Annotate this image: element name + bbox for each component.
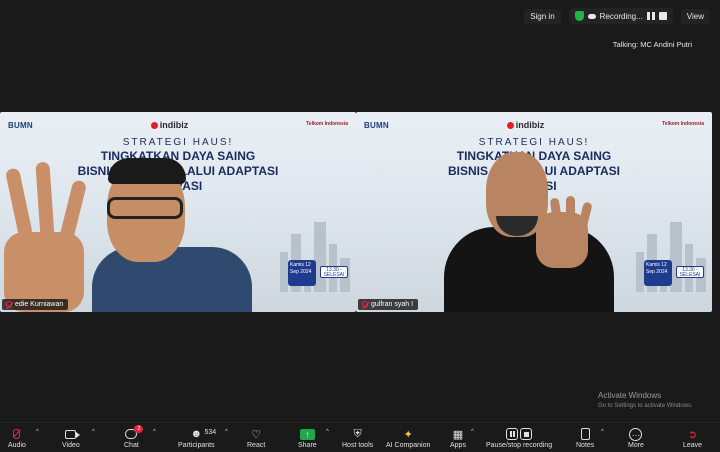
- host-tools-button[interactable]: ⛨ Host tools: [342, 427, 373, 450]
- participants-count: 534: [204, 429, 217, 436]
- share-screen-icon: ↑: [299, 428, 315, 440]
- watermark-subtitle: Go to Settings to activate Windows.: [598, 403, 693, 409]
- participant-name-label: gulfran syah I: [358, 299, 419, 310]
- chat-options-chevron-icon[interactable]: ^: [153, 429, 156, 435]
- more-icon: …: [629, 427, 643, 441]
- pause-stop-recording-button[interactable]: Pause/stop recording: [486, 427, 552, 449]
- heart-icon: ♡: [251, 428, 262, 441]
- notes-icon: [580, 428, 590, 440]
- mic-muted-icon: [6, 301, 12, 308]
- video-options-chevron-icon[interactable]: ^: [92, 429, 95, 435]
- view-label: View: [686, 11, 704, 21]
- participant-video-gulfran: [356, 112, 712, 312]
- shield-icon: [574, 11, 584, 21]
- video-button[interactable]: Video: [62, 427, 81, 449]
- sign-in-label: Sign in: [530, 11, 555, 21]
- apps-options-chevron-icon[interactable]: ^: [471, 429, 474, 435]
- stop-icon: [520, 428, 533, 440]
- top-bar: Sign in Recording... View: [524, 8, 710, 24]
- recording-label: Recording...: [599, 11, 643, 21]
- shield-icon: ⛨: [353, 427, 362, 440]
- pause-icon[interactable]: [646, 12, 655, 20]
- sparkle-icon: ✦: [403, 428, 413, 441]
- sign-in-button[interactable]: Sign in: [524, 8, 561, 24]
- share-options-chevron-icon[interactable]: ^: [326, 429, 329, 435]
- participants-options-chevron-icon[interactable]: ^: [225, 429, 228, 435]
- leave-button[interactable]: ➲ Leave: [683, 427, 702, 450]
- ai-companion-button[interactable]: ✦ AI Companion: [386, 427, 430, 450]
- video-tile-edie[interactable]: BUMN indibiz Telkom Indonesia STRATEGI H…: [0, 112, 356, 312]
- video-tile-gulfran[interactable]: BUMN indibiz Telkom Indonesia STRATEGI H…: [356, 112, 712, 312]
- camera-icon: [65, 429, 81, 439]
- meeting-toolbar: Audio ^ Video ^ 2 Chat ^ ☻ 534 Participan…: [0, 422, 720, 452]
- mic-muted-icon: [362, 301, 368, 308]
- notes-button[interactable]: Notes: [576, 427, 594, 449]
- participant-name-label: edie Kurniawan: [2, 299, 69, 310]
- more-button[interactable]: … More: [628, 427, 644, 449]
- notes-options-chevron-icon[interactable]: ^: [601, 429, 604, 435]
- talking-indicator: Talking: MC Andini Putri: [612, 40, 692, 49]
- recording-indicator[interactable]: Recording...: [568, 8, 673, 24]
- apps-grid-icon: ▦: [452, 428, 464, 441]
- participant-video-edie: [0, 112, 356, 312]
- apps-button[interactable]: ▦ Apps: [450, 427, 466, 450]
- mic-muted-icon: [13, 429, 21, 439]
- leave-icon: ➲: [687, 428, 698, 441]
- participants-button[interactable]: ☻ 534 Participants: [178, 427, 217, 449]
- audio-button[interactable]: Audio: [8, 427, 26, 449]
- pause-icon: [506, 428, 519, 440]
- react-button[interactable]: ♡ React: [247, 427, 265, 450]
- share-button[interactable]: ↑ Share: [298, 427, 317, 449]
- activate-windows-watermark: Activate Windows Go to Settings to activ…: [598, 390, 693, 412]
- cloud-icon: [587, 13, 596, 19]
- chat-button[interactable]: 2 Chat: [124, 425, 144, 449]
- participants-icon: ☻: [190, 428, 203, 440]
- audio-options-chevron-icon[interactable]: ^: [36, 429, 39, 435]
- watermark-title: Activate Windows: [598, 391, 662, 400]
- chat-unread-badge: 2: [134, 425, 144, 433]
- view-button[interactable]: View: [680, 8, 710, 24]
- stop-icon[interactable]: [658, 12, 667, 20]
